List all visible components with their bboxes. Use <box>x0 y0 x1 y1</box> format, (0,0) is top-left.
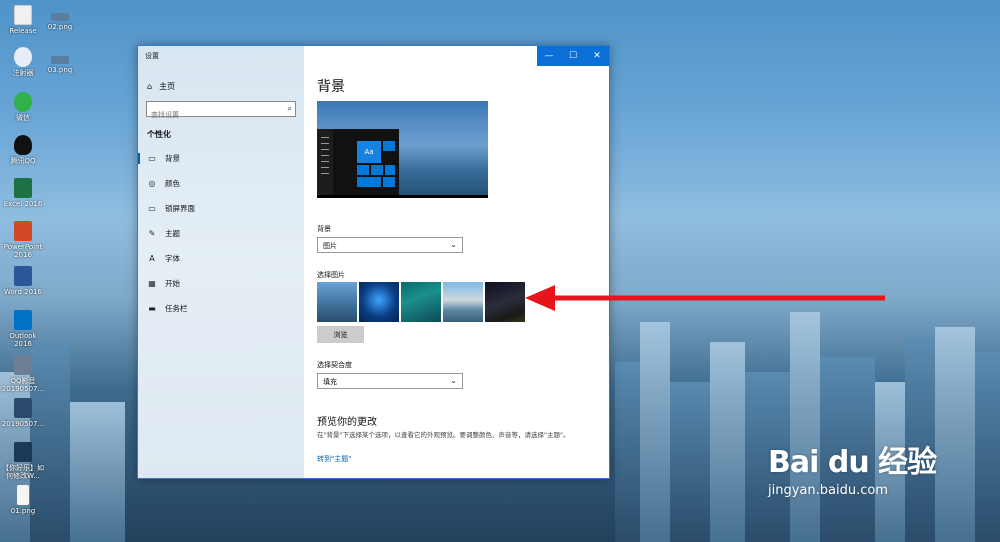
fit-dropdown[interactable]: 填充 ⌄ <box>317 373 463 389</box>
choose-picture-label: 选择图片 <box>317 271 345 279</box>
background-dropdown[interactable]: 图片 ⌄ <box>317 237 463 253</box>
chevron-down-icon: ⌄ <box>450 240 457 249</box>
fit-label: 选择契合度 <box>317 361 352 369</box>
settings-window: 设置 ⌂ 主页 ⌕ 个性化 ▭ 背景 ◎ 颜色 ▭ 锁屏界面 ✎ <box>137 45 610 479</box>
powerpoint-icon[interactable]: PowerPoint 2016 <box>0 221 46 259</box>
screenshot-file-icon[interactable]: 20190507... <box>0 398 46 428</box>
picture-thumbnail[interactable] <box>359 282 399 322</box>
sidebar-item-taskbar[interactable]: ▬ 任务栏 <box>138 296 304 321</box>
sidebar-item-fonts[interactable]: A 字体 <box>138 246 304 271</box>
palette-icon: ◎ <box>148 179 156 188</box>
search-input[interactable] <box>147 108 275 122</box>
word-icon[interactable]: Word 2016 <box>0 266 46 296</box>
home-nav-item[interactable]: ⌂ 主页 <box>147 81 175 92</box>
picture-thumbnail[interactable] <box>317 282 357 322</box>
theme-icon: ✎ <box>148 229 156 238</box>
go-to-themes-link[interactable]: 转到"主题" <box>317 454 351 464</box>
picture-thumbnails <box>317 282 525 322</box>
wechat-icon[interactable]: 微信 <box>0 92 46 122</box>
png-file-icon[interactable]: 02.png <box>37 5 83 31</box>
section-title: 个性化 <box>147 130 171 139</box>
start-icon: ▦ <box>148 279 156 288</box>
preview-changes-heading: 预览你的更改 <box>317 417 377 428</box>
picture-thumbnail[interactable] <box>443 282 483 322</box>
background-preview: Aa <box>317 101 488 198</box>
png-file-icon[interactable]: 03.png <box>37 50 83 74</box>
content-pane: 背景 Aa 背景 图片 ⌄ 选择图片 浏览 选择契合度 填充 ⌄ 预览你的更改 … <box>304 46 609 478</box>
sidebar-item-lock-screen[interactable]: ▭ 锁屏界面 <box>138 196 304 221</box>
background-label: 背景 <box>317 225 331 233</box>
search-box: ⌕ <box>146 101 296 122</box>
lock-screen-icon: ▭ <box>148 204 156 213</box>
baidu-watermark: Bai du 经验 jingyan.baidu.com <box>768 445 937 498</box>
page-title: 背景 <box>317 79 345 95</box>
taskbar-icon: ▬ <box>148 304 156 313</box>
sidebar-item-colors[interactable]: ◎ 颜色 <box>138 171 304 196</box>
browse-button[interactable]: 浏览 <box>317 326 364 343</box>
sidebar-item-background[interactable]: ▭ 背景 <box>138 146 304 171</box>
home-icon: ⌂ <box>147 82 153 91</box>
sidebar: 设置 ⌂ 主页 ⌕ 个性化 ▭ 背景 ◎ 颜色 ▭ 锁屏界面 ✎ <box>138 46 304 478</box>
picture-thumbnail[interactable] <box>485 282 525 322</box>
preview-tile: Aa <box>357 141 381 163</box>
outlook-icon[interactable]: Outlook 2016 <box>0 310 46 348</box>
png-file-icon[interactable]: 01.png <box>0 485 46 515</box>
document-icon[interactable]: 【你好乐】如何修改W... <box>0 442 46 480</box>
font-icon: A <box>149 254 155 263</box>
window-title: 设置 <box>145 52 159 60</box>
excel-icon[interactable]: Excel 2016 <box>0 178 46 208</box>
qq-player-icon[interactable]: QQ影音 20190507... <box>0 355 46 393</box>
sidebar-item-themes[interactable]: ✎ 主题 <box>138 221 304 246</box>
preview-changes-description: 在"背景"下选择某个选项，以查看它的外观预览。要调整颜色、声音等，请选择"主题"… <box>317 431 570 439</box>
background-icon: ▭ <box>148 154 156 163</box>
search-icon[interactable]: ⌕ <box>288 104 292 114</box>
annotation-arrow <box>525 285 885 311</box>
qq-icon[interactable]: 腾讯QQ <box>0 135 46 165</box>
sidebar-nav: ▭ 背景 ◎ 颜色 ▭ 锁屏界面 ✎ 主题 A 字体 ▦ 开始 ▬ 任务栏 <box>138 146 304 321</box>
sidebar-item-start[interactable]: ▦ 开始 <box>138 271 304 296</box>
picture-thumbnail[interactable] <box>401 282 441 322</box>
chevron-down-icon: ⌄ <box>450 376 457 385</box>
